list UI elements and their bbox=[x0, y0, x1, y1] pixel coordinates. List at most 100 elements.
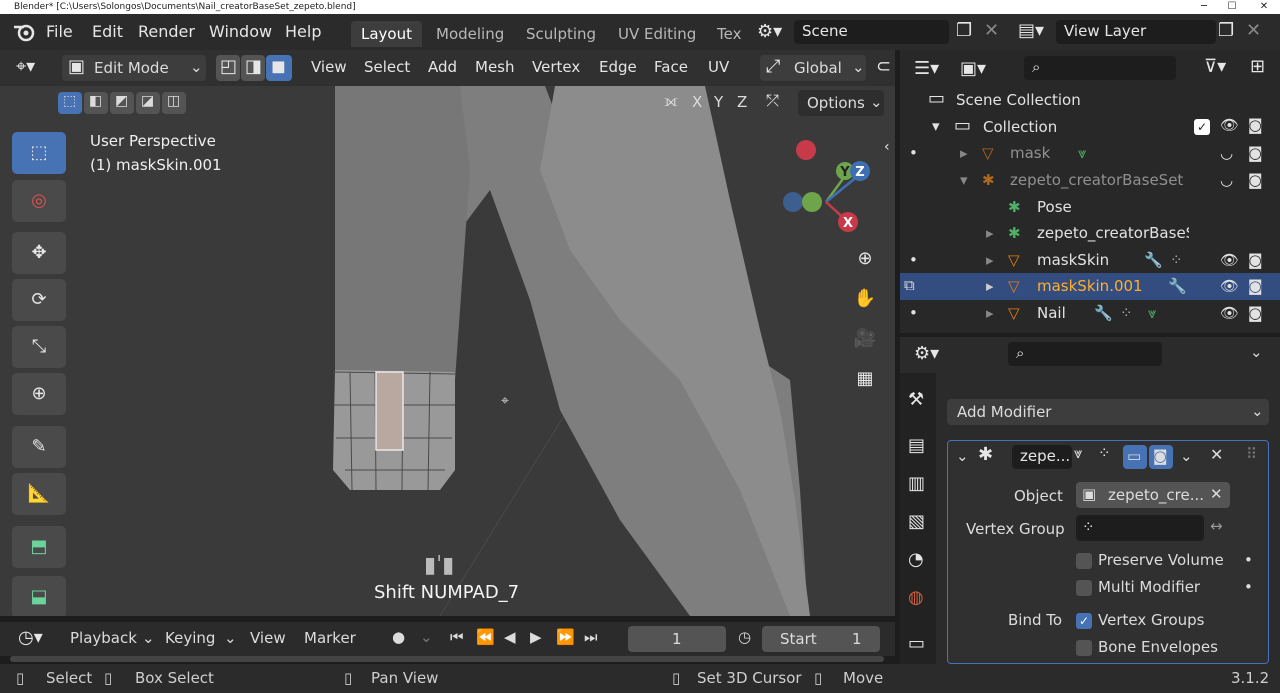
preserve-volume-checkbox[interactable] bbox=[1076, 553, 1092, 569]
new-scene-icon[interactable]: ❐ bbox=[956, 22, 972, 40]
editor-type-icon[interactable]: ⌖▾ bbox=[16, 58, 35, 76]
select-invert-button[interactable]: ◪ bbox=[136, 92, 160, 114]
header-menu-mesh[interactable]: Mesh bbox=[475, 58, 515, 76]
filter-icon[interactable]: ⊽▾ bbox=[1204, 58, 1226, 76]
viewport-3d[interactable]: ⌖ ▮ˈ▮ User Perspective (1) maskSkin.001 … bbox=[0, 50, 895, 616]
chevron-right-icon[interactable]: ▸ bbox=[986, 251, 994, 269]
outliner-row-maskskin-001[interactable]: ⧉ ▸ ▽ maskSkin.001 🔧 👁 ◙ bbox=[900, 273, 1280, 300]
add-modifier-dropdown[interactable]: Add Modifier ⌄ bbox=[947, 399, 1269, 425]
tab-layout[interactable]: Layout bbox=[351, 21, 422, 47]
add-cube-tool[interactable]: ⬒ bbox=[12, 526, 66, 568]
blender-logo-icon[interactable] bbox=[12, 22, 36, 42]
chevron-down-icon[interactable]: ⌄ bbox=[1180, 447, 1193, 465]
render-toggle-button[interactable]: ◙ bbox=[1149, 445, 1173, 469]
camera-icon[interactable]: ◙ bbox=[1248, 144, 1263, 162]
extrude-tool[interactable]: ⬓ bbox=[12, 576, 66, 616]
invert-icon[interactable]: ↔ bbox=[1210, 517, 1223, 535]
eye-closed-icon[interactable]: ◡ bbox=[1220, 171, 1233, 189]
scene-field[interactable]: Scene bbox=[794, 20, 949, 44]
vertex-group-field[interactable]: ⁘ bbox=[1076, 515, 1204, 541]
next-keyframe-icon[interactable]: ⏩ bbox=[556, 628, 575, 646]
properties-editor-icon[interactable]: ⚙▾ bbox=[914, 345, 939, 363]
header-menu-select[interactable]: Select bbox=[364, 58, 410, 76]
close-window-button[interactable]: ✕ bbox=[1252, 0, 1276, 14]
chevron-down-icon[interactable]: ⌄ bbox=[420, 628, 433, 646]
new-collection-icon[interactable]: ⊞ bbox=[1250, 58, 1265, 76]
eye-closed-icon[interactable]: ◡ bbox=[1220, 144, 1233, 162]
face-select-mode-button[interactable]: ◼ bbox=[266, 55, 292, 81]
outliner-row-scene-collection[interactable]: ▭ Scene Collection bbox=[900, 87, 1280, 114]
header-menu-face[interactable]: Face bbox=[654, 58, 688, 76]
transform-tool[interactable]: ⊕ bbox=[12, 373, 66, 415]
options-dropdown[interactable]: Options ⌄ bbox=[798, 90, 884, 116]
rotate-tool[interactable]: ⟳ bbox=[12, 279, 66, 321]
tab-uv-editing[interactable]: UV Editing bbox=[608, 21, 706, 47]
world-tab-icon[interactable]: ◍ bbox=[908, 589, 924, 607]
edge-select-mode-button[interactable]: ◨ bbox=[241, 55, 265, 81]
header-menu-uv[interactable]: UV bbox=[708, 58, 729, 76]
jump-start-icon[interactable]: ⏮ bbox=[450, 628, 464, 646]
outliner-editor-icon[interactable]: ☰▾ bbox=[914, 60, 939, 78]
new-view-layer-icon[interactable]: ❐ bbox=[1218, 22, 1234, 40]
cage-toggle-icon[interactable]: ⁘ bbox=[1098, 446, 1111, 461]
collection-tab-icon[interactable]: ▭ bbox=[908, 635, 925, 653]
select-new-button[interactable]: ⬚ bbox=[58, 92, 82, 114]
prev-keyframe-icon[interactable]: ⏪ bbox=[476, 628, 495, 646]
current-frame-field[interactable]: 1 bbox=[628, 626, 726, 652]
object-field[interactable]: ▣ zepeto_cre... ✕ bbox=[1076, 482, 1230, 508]
remove-modifier-icon[interactable]: ✕ bbox=[1210, 445, 1223, 464]
camera-icon[interactable]: ◙ bbox=[1248, 116, 1263, 134]
render-tab-icon[interactable]: ▤ bbox=[908, 437, 925, 455]
outliner-row-zepeto-creatorbaseset[interactable]: ▾ ✱ zepeto_creatorBaseSet ◡ ◙ bbox=[900, 167, 1280, 194]
camera-icon[interactable]: ◙ bbox=[1248, 277, 1263, 295]
timeline-menu-marker[interactable]: Marker bbox=[304, 629, 356, 647]
output-tab-icon[interactable]: ▥ bbox=[908, 475, 925, 493]
chevron-right-icon[interactable]: ▸ bbox=[986, 277, 994, 295]
mode-dropdown[interactable]: ▣ Edit Mode ⌄ bbox=[62, 55, 206, 81]
keyframe-dot-icon[interactable]: • bbox=[1244, 578, 1253, 596]
view-layer-field[interactable]: View Layer bbox=[1056, 20, 1216, 44]
header-menu-add[interactable]: Add bbox=[428, 58, 457, 76]
outliner-search-input[interactable]: ⌕ bbox=[1024, 56, 1176, 80]
outliner-row-mask[interactable]: • ▸ ▽ mask ⩔ ◡ ◙ bbox=[900, 140, 1280, 167]
ortho-toggle-button[interactable]: ▦ bbox=[846, 360, 884, 398]
chevron-right-icon[interactable]: ▸ bbox=[960, 144, 968, 162]
outliner-row-pose[interactable]: ✱ Pose bbox=[900, 194, 1280, 221]
chevron-down-icon[interactable]: ▾ bbox=[960, 171, 968, 189]
vertex-groups-checkbox[interactable]: ✓ bbox=[1076, 613, 1092, 629]
outliner-row-armature-data[interactable]: ▸ ✱ zepeto_creatorBaseSe bbox=[900, 220, 1280, 247]
tab-modeling[interactable]: Modeling bbox=[426, 21, 514, 47]
orientation-dropdown[interactable]: ⤢ Global ⌄ bbox=[760, 55, 866, 81]
timeline-menu-keying[interactable]: Keying bbox=[165, 629, 215, 647]
view-layer-icon[interactable]: ▤▾ bbox=[1018, 22, 1044, 40]
timeline-scrollbar[interactable] bbox=[10, 656, 884, 662]
play-reverse-icon[interactable]: ◀ bbox=[504, 628, 516, 646]
timeline-editor-icon[interactable]: ◷▾ bbox=[18, 629, 43, 647]
jump-end-icon[interactable]: ⏭ bbox=[584, 628, 598, 646]
measure-tool[interactable]: 📐 bbox=[12, 473, 66, 515]
annotate-tool[interactable]: ✎ bbox=[12, 426, 66, 468]
menu-edit[interactable]: Edit bbox=[92, 22, 123, 41]
mirror-axis-y[interactable]: Y bbox=[714, 93, 723, 111]
menu-file[interactable]: File bbox=[46, 22, 73, 41]
edit-mode-toggle-icon[interactable]: ⩔ bbox=[1074, 446, 1082, 461]
vertex-select-mode-button[interactable]: ◰ bbox=[216, 55, 240, 81]
modifier-name-field[interactable]: zepe... bbox=[1012, 445, 1072, 469]
eye-icon[interactable]: 👁 bbox=[1220, 116, 1239, 134]
camera-icon[interactable]: ◙ bbox=[1248, 304, 1263, 322]
zoom-button[interactable]: ⊕ bbox=[846, 240, 884, 278]
mirror-axis-z[interactable]: Z bbox=[737, 93, 747, 111]
camera-view-button[interactable]: 🎥 bbox=[846, 320, 884, 358]
menu-window[interactable]: Window bbox=[209, 22, 272, 41]
scene-tab-icon[interactable]: ◔ bbox=[908, 551, 924, 569]
properties-search-input[interactable]: ⌕ bbox=[1008, 342, 1162, 366]
header-menu-edge[interactable]: Edge bbox=[599, 58, 637, 76]
collection-checkbox[interactable]: ✓ bbox=[1194, 119, 1210, 135]
select-box-tool[interactable]: ⬚ bbox=[12, 132, 66, 174]
minimize-button[interactable]: ─ bbox=[1192, 0, 1216, 14]
eye-icon[interactable]: 👁 bbox=[1220, 304, 1239, 322]
chevron-right-icon[interactable]: ▸ bbox=[986, 224, 994, 242]
eye-icon[interactable]: 👁 bbox=[1220, 251, 1239, 269]
header-menu-view[interactable]: View bbox=[311, 58, 347, 76]
delete-view-layer-icon[interactable]: ✕ bbox=[1246, 22, 1261, 40]
